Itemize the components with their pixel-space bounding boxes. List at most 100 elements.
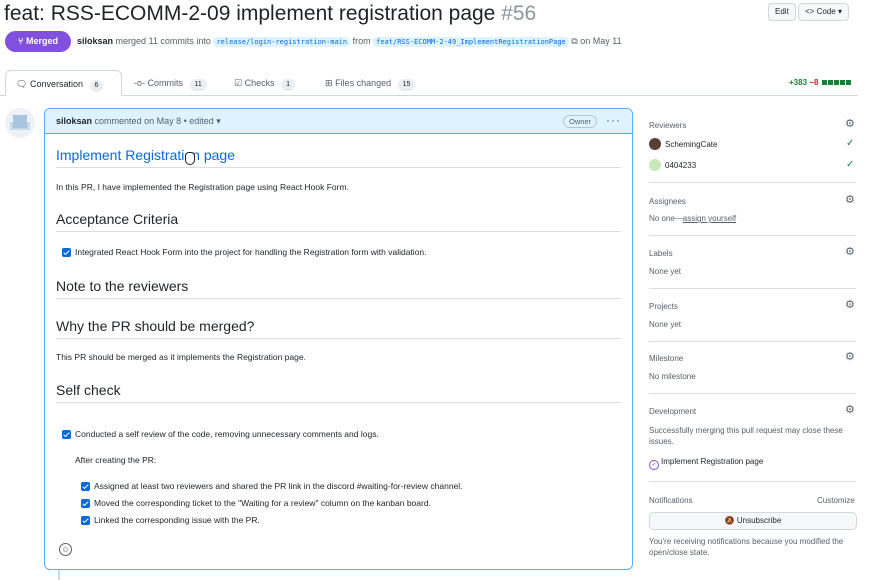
tab-commits[interactable]: -o- Commits 11: [124, 70, 217, 96]
assignees-gear-icon[interactable]: ⚙: [845, 195, 855, 206]
projects-gear-icon[interactable]: ⚙: [845, 300, 855, 311]
self-review-checkbox[interactable]: [62, 430, 71, 439]
sub-item-checkbox[interactable]: [81, 516, 90, 525]
code-button-label: Code: [816, 7, 836, 16]
status-badge-label: Merged: [25, 36, 58, 46]
diffstat-block: [827, 80, 833, 85]
labels-gear-icon[interactable]: ⚙: [845, 247, 855, 258]
acceptance-heading: Acceptance Criteria: [56, 211, 179, 227]
milestone-gear-icon[interactable]: ⚙: [845, 352, 855, 363]
pr-title-text: feat: RSS-ECOMM-2-09 implement registrat…: [4, 2, 496, 25]
unsubscribe-button[interactable]: 🔕 Unsubscribe: [649, 512, 857, 530]
heading-divider: [56, 167, 621, 168]
development-issue-label: Implement Registration page: [661, 457, 764, 466]
sidebar-divider: [649, 288, 856, 289]
development-gear-icon[interactable]: ⚙: [845, 405, 855, 416]
self-check-heading: Self check: [56, 382, 121, 398]
approved-check-icon: ✓: [846, 159, 855, 170]
notifications-label: Notifications: [649, 496, 693, 505]
heading-divider: [56, 231, 621, 232]
sidebar-divider: [649, 235, 856, 236]
merged-text: merged 11 commits into: [115, 36, 211, 46]
milestone-value: No milestone: [649, 372, 696, 381]
notification-reason: You're receiving notifications because y…: [649, 537, 844, 557]
customize-link[interactable]: Customize: [817, 496, 855, 505]
development-text: Successfully merging this pull request m…: [649, 426, 843, 446]
sidebar-divider: [649, 393, 856, 394]
pointer-cursor: [185, 152, 195, 165]
head-branch[interactable]: feat/RSS-ECOMM-2-49_ImplementRegistratio…: [373, 37, 569, 47]
diffstat: +383 −8: [789, 78, 851, 87]
file-diff-icon: ⊞: [325, 78, 333, 88]
more-options-icon[interactable]: ···: [606, 113, 621, 127]
assignees-none: No one—: [649, 214, 683, 223]
timeline-line: [58, 570, 60, 580]
reviewers-gear-icon[interactable]: ⚙: [845, 119, 855, 130]
labels-value: None yet: [649, 267, 682, 276]
reviewer-avatar[interactable]: [649, 159, 661, 171]
merge-icon: ⑂: [18, 36, 24, 46]
labels-label[interactable]: Labels: [649, 249, 673, 258]
code-button[interactable]: <> Code ▾: [798, 3, 849, 21]
sub-item-checkbox[interactable]: [81, 499, 90, 508]
edit-button[interactable]: Edit: [768, 3, 796, 21]
acceptance-item: Integrated React Hook Form into the proj…: [75, 247, 427, 257]
self-review-item: Conducted a self review of the code, rem…: [75, 429, 379, 439]
sidebar-divider: [649, 481, 856, 482]
copy-icon[interactable]: ⧉: [571, 36, 577, 46]
status-badge: ⑂ Merged: [5, 31, 71, 52]
intro-text: In this PR, I have implemented the Regis…: [56, 182, 349, 192]
tab-files-count: 15: [397, 79, 416, 91]
reviewers-label[interactable]: Reviewers: [649, 121, 686, 130]
tab-conversation-label: Conversation: [29, 79, 83, 89]
development-label[interactable]: Development: [649, 407, 696, 416]
unsubscribe-label: Unsubscribe: [736, 516, 782, 525]
sidebar-divider: [649, 341, 856, 342]
note-heading: Note to the reviewers: [56, 278, 189, 294]
tab-checks-label: Checks: [244, 78, 275, 88]
diffstat-block: [833, 80, 839, 85]
diffstat-block: [821, 80, 827, 85]
sub-item-checkbox[interactable]: [81, 482, 90, 491]
sub-item: Linked the corresponding issue with the …: [94, 515, 260, 525]
development-issue-link[interactable]: ✓ Implement Registration page: [649, 457, 763, 470]
tab-conversation[interactable]: 🗨 Conversation 6: [5, 70, 122, 96]
commit-icon: -o-: [134, 78, 145, 88]
assign-yourself-link[interactable]: assign yourself: [683, 214, 736, 223]
comment-author[interactable]: siloksan: [56, 116, 92, 126]
diffstat-block: [845, 80, 851, 85]
projects-label[interactable]: Projects: [649, 302, 678, 311]
chevron-down-icon[interactable]: ▾: [216, 116, 221, 126]
reviewer-name[interactable]: 0404233: [665, 161, 696, 170]
avatar[interactable]: [5, 108, 35, 138]
reviewer-name[interactable]: SchemingCate: [665, 140, 717, 149]
add-reaction-icon[interactable]: ☺: [59, 543, 72, 556]
tab-checks[interactable]: ☑ Checks 1: [224, 70, 305, 96]
pr-author-link[interactable]: siloksan: [77, 36, 113, 46]
tab-commits-label: Commits: [147, 78, 184, 88]
chevron-down-icon: ▾: [837, 7, 842, 16]
sidebar-divider: [649, 182, 856, 183]
comment-meta[interactable]: commented on May 8 • edited: [95, 116, 214, 126]
after-pr-text: After creating the PR:: [75, 455, 157, 465]
sub-item: Moved the corresponding ticket to the "W…: [94, 498, 431, 508]
comment-heading-link[interactable]: Implement Registration page: [56, 147, 235, 163]
assignees-label[interactable]: Assignees: [649, 197, 686, 206]
milestone-label[interactable]: Milestone: [649, 354, 683, 363]
heading-divider: [56, 402, 621, 403]
tab-files-changed[interactable]: ⊞ Files changed 15: [315, 70, 425, 96]
merged-date: on May 11: [580, 36, 622, 46]
acceptance-checkbox[interactable]: [62, 248, 71, 257]
bell-slash-icon: 🔕: [724, 516, 735, 525]
base-branch[interactable]: release/login-registration-main: [213, 37, 351, 47]
tab-files-label: Files changed: [335, 78, 392, 88]
reviewer-avatar[interactable]: [649, 138, 661, 150]
diffstat-deletions: −8: [809, 78, 819, 87]
comment-header-text: siloksan commented on May 8 • edited ▾: [56, 116, 221, 127]
pr-title: feat: RSS-ECOMM-2-09 implement registrat…: [4, 0, 536, 28]
comment-box: siloksan commented on May 8 • edited ▾ O…: [44, 108, 633, 570]
projects-value: None yet: [649, 320, 682, 329]
checks-icon: ☑: [234, 78, 243, 88]
tab-checks-count: 1: [281, 79, 296, 91]
pr-number: #56: [501, 2, 537, 25]
